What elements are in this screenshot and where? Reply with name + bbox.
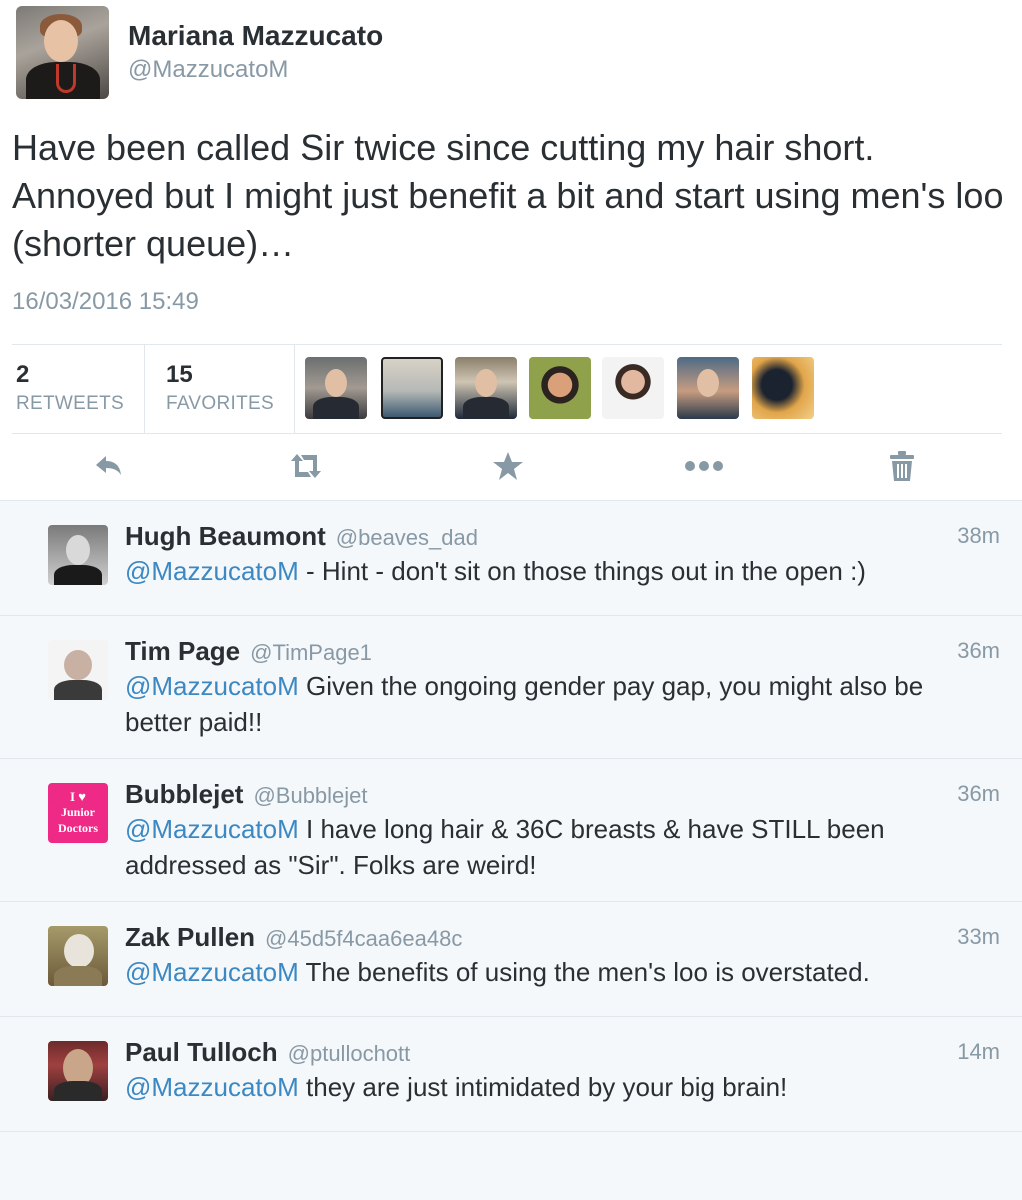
retweet-icon[interactable] — [288, 448, 324, 484]
favoriter-avatar[interactable] — [752, 357, 814, 419]
mention-link[interactable]: @MazzucatoM — [125, 814, 299, 844]
reply-avatar[interactable] — [48, 1041, 108, 1101]
author-avatar[interactable] — [16, 6, 109, 99]
reply-avatar[interactable] — [48, 926, 108, 986]
favoriter-avatar[interactable] — [602, 357, 664, 419]
reply-author-handle[interactable]: @ptullochott — [288, 1041, 411, 1066]
favorites-stat[interactable]: 15 FAVORITES — [144, 345, 295, 433]
more-icon[interactable] — [684, 448, 723, 484]
favoriter-avatar[interactable] — [529, 357, 591, 419]
reply-avatar[interactable] — [48, 640, 108, 700]
favorites-label: FAVORITES — [166, 393, 274, 414]
favoriter-avatar[interactable] — [381, 357, 443, 419]
avatar-text: I ♥ — [69, 789, 87, 804]
favoriter-avatar[interactable] — [305, 357, 367, 419]
retweets-label: RETWEETS — [16, 393, 124, 414]
mention-link[interactable]: @MazzucatoM — [125, 556, 299, 586]
reply-body: - Hint - don't sit on those things out i… — [298, 556, 866, 586]
tweet-text: Have been called Sir twice since cutting… — [12, 127, 1004, 264]
reply-author-handle[interactable]: @Bubblejet — [253, 783, 367, 808]
reply-author-handle[interactable]: @beaves_dad — [336, 525, 478, 550]
author-name[interactable]: Mariana Mazzucato — [128, 20, 383, 52]
reply-time[interactable]: 36m — [957, 638, 1000, 664]
delete-icon[interactable] — [884, 448, 920, 484]
reply-text: @MazzucatoM The benefits of using the me… — [125, 954, 985, 990]
reply-text: @MazzucatoM they are just intimidated by… — [125, 1069, 985, 1105]
mention-link[interactable]: @MazzucatoM — [125, 1072, 299, 1102]
reply-text: @MazzucatoM Given the ongoing gender pay… — [125, 668, 985, 740]
reply-author-name[interactable]: Tim Page — [125, 636, 240, 666]
reply-author-name[interactable]: Hugh Beaumont — [125, 521, 326, 551]
author-handle[interactable]: @MazzucatoM — [128, 56, 288, 84]
mention-link[interactable]: @MazzucatoM — [125, 671, 299, 701]
favoriter-avatar[interactable] — [677, 357, 739, 419]
favoriter-avatar[interactable] — [455, 357, 517, 419]
avatar-text: Junior — [60, 805, 95, 819]
reply-author-name[interactable]: Bubblejet — [125, 779, 243, 809]
tweet-actions — [0, 432, 1022, 500]
reply-time[interactable]: 38m — [957, 523, 1000, 549]
mention-link[interactable]: @MazzucatoM — [125, 957, 299, 987]
reply-time[interactable]: 36m — [957, 781, 1000, 807]
reply-avatar[interactable] — [48, 525, 108, 585]
reply-item[interactable]: Zak Pullen @45d5f4caa6ea48c 33m @Mazzucat… — [0, 902, 1022, 1017]
reply-item[interactable]: Paul Tulloch @ptullochott 14m @MazzucatoM… — [0, 1017, 1022, 1132]
reply-time[interactable]: 33m — [957, 924, 1000, 950]
reply-author-handle[interactable]: @45d5f4caa6ea48c — [265, 926, 462, 951]
reply-body: they are just intimidated by your big br… — [298, 1072, 788, 1102]
retweets-count: 2 — [16, 361, 30, 388]
avatar-text: Doctors — [58, 821, 98, 835]
reply-text: @MazzucatoM I have long hair & 36C breas… — [125, 811, 985, 883]
favorite-icon[interactable] — [490, 448, 526, 484]
reply-author-handle[interactable]: @TimPage1 — [250, 640, 372, 665]
reply-author-name[interactable]: Paul Tulloch — [125, 1037, 278, 1067]
reply-body: The benefits of using the men's loo is o… — [298, 957, 870, 987]
replies-list: Hugh Beaumont @beaves_dad 38m @MazzucatoM… — [0, 501, 1022, 1132]
reply-time[interactable]: 14m — [957, 1039, 1000, 1065]
main-tweet: Mariana Mazzucato @MazzucatoM Have been … — [0, 0, 1022, 501]
reply-author-name[interactable]: Zak Pullen — [125, 922, 255, 952]
reply-item[interactable]: Hugh Beaumont @beaves_dad 38m @MazzucatoM… — [0, 501, 1022, 616]
reply-item[interactable]: I ♥ Junior Doctors Bubblejet @Bubblejet 3… — [0, 759, 1022, 902]
reply-avatar[interactable]: I ♥ Junior Doctors — [48, 783, 108, 843]
reply-text: @MazzucatoM - Hint - don't sit on those … — [125, 553, 985, 589]
retweets-stat[interactable]: 2 RETWEETS — [16, 345, 145, 433]
tweet-stats: 2 RETWEETS 15 FAVORITES — [12, 344, 1002, 434]
reply-item[interactable]: Tim Page @TimPage1 36m @MazzucatoM Given … — [0, 616, 1022, 759]
reply-icon[interactable] — [90, 448, 126, 484]
tweet-timestamp: 16/03/2016 15:49 — [12, 288, 199, 315]
favorites-count: 15 — [166, 361, 193, 388]
